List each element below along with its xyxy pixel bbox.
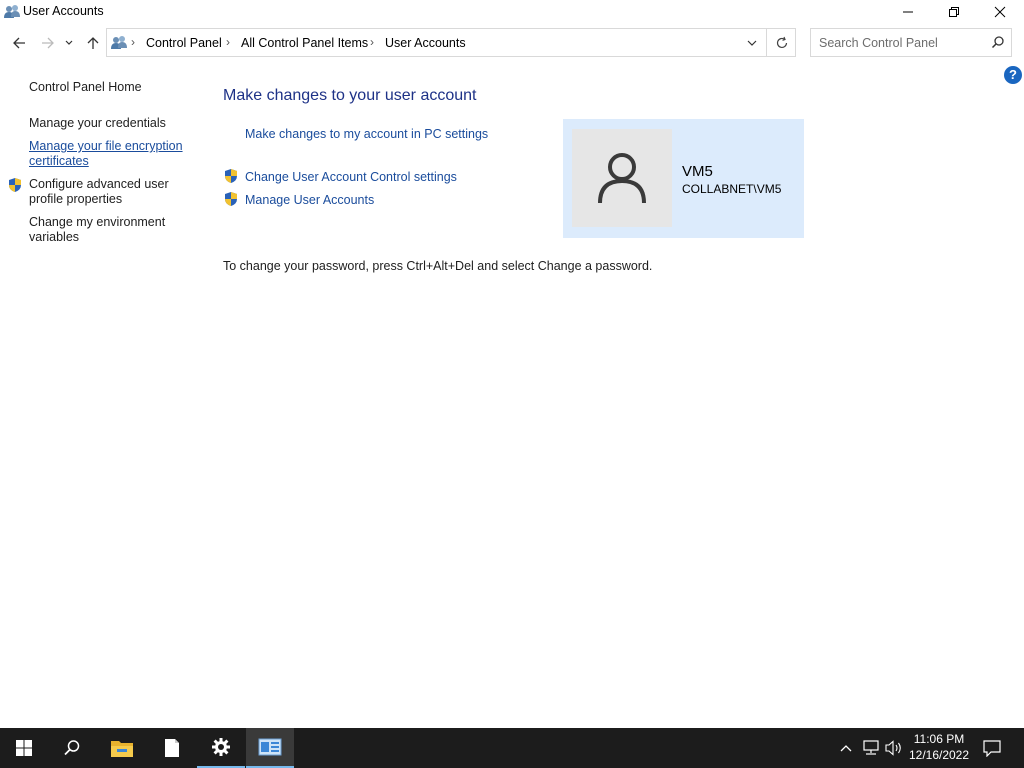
- chevron-down-icon: [747, 40, 757, 46]
- user-icon: [598, 153, 646, 204]
- refresh-button[interactable]: [766, 29, 797, 56]
- manage-user-accounts-link[interactable]: Manage User Accounts: [245, 193, 374, 207]
- sidebar-item-label: variables: [29, 230, 80, 244]
- forward-button[interactable]: [37, 32, 59, 54]
- up-button[interactable]: [82, 32, 104, 54]
- change-environment-variables-link[interactable]: Change my environment variables: [29, 215, 165, 245]
- settings-icon: [212, 738, 230, 756]
- show-hidden-icons-button[interactable]: [836, 728, 856, 768]
- uac-shield-icon: [223, 168, 239, 184]
- back-button[interactable]: [8, 32, 30, 54]
- close-button[interactable]: [977, 0, 1023, 24]
- restore-icon: [949, 7, 959, 17]
- address-dropdown-button[interactable]: [739, 29, 765, 56]
- sidebar-item-label: Manage your file encryption: [29, 139, 183, 153]
- help-icon[interactable]: ?: [1004, 66, 1022, 84]
- notifications-button[interactable]: [980, 728, 1004, 768]
- sidebar-item-label: Manage your credentials: [29, 116, 166, 130]
- breadcrumb-control-panel[interactable]: Control Panel: [146, 36, 222, 50]
- search-placeholder: Search Control Panel: [819, 36, 938, 50]
- title-bar: User Accounts: [0, 0, 1024, 24]
- minimize-button[interactable]: [885, 0, 931, 24]
- recent-locations-button[interactable]: [61, 32, 77, 54]
- sidebar-item-label: certificates: [29, 154, 89, 168]
- sidebar-item-label: Change my environment: [29, 215, 166, 229]
- password-instructions: To change your password, press Ctrl+Alt+…: [223, 259, 653, 273]
- network-icon: [863, 740, 879, 755]
- configure-profile-properties-link[interactable]: Configure advanced user profile properti…: [29, 177, 169, 207]
- restore-button[interactable]: [931, 0, 977, 24]
- search-box[interactable]: Search Control Panel: [810, 28, 1012, 57]
- manage-credentials-link[interactable]: Manage your credentials: [29, 116, 166, 131]
- pc-settings-link[interactable]: Make changes to my account in PC setting…: [245, 127, 488, 141]
- arrow-up-icon: [87, 37, 99, 49]
- arrow-right-icon: [42, 37, 54, 49]
- taskbar-file-explorer[interactable]: [98, 728, 146, 768]
- address-bar[interactable]: › Control Panel › All Control Panel Item…: [106, 28, 796, 57]
- clock-time: 11:06 PM: [913, 732, 965, 746]
- clock[interactable]: 11:06 PM 12/16/2022: [902, 731, 976, 763]
- breadcrumb-separator-icon[interactable]: ›: [131, 35, 135, 49]
- file-explorer-icon: [111, 741, 133, 757]
- chevron-up-icon: [840, 745, 852, 752]
- control-panel-icon: [110, 34, 128, 52]
- notepad-icon: [165, 739, 179, 757]
- minimize-icon: [903, 11, 913, 13]
- taskbar-control-panel[interactable]: [246, 728, 294, 768]
- taskbar: 11:06 PM 12/16/2022: [0, 728, 1024, 768]
- sidebar-item-label: profile properties: [29, 192, 123, 206]
- sidebar-item-label: Configure advanced user: [29, 177, 169, 191]
- control-panel-home-link[interactable]: Control Panel Home: [29, 80, 142, 95]
- search-icon: [64, 740, 80, 756]
- clock-date: 12/16/2022: [908, 748, 970, 762]
- avatar: [572, 129, 672, 227]
- user-accounts-icon: [3, 3, 21, 21]
- network-button[interactable]: [860, 728, 882, 768]
- taskbar-search-button[interactable]: [48, 728, 96, 768]
- refresh-icon: [776, 36, 788, 48]
- uac-shield-icon: [223, 191, 239, 207]
- taskbar-notepad[interactable]: [148, 728, 196, 768]
- close-icon: [994, 6, 1006, 18]
- arrow-left-icon: [13, 37, 25, 49]
- volume-icon: [885, 740, 901, 756]
- uac-settings-link[interactable]: Change User Account Control settings: [245, 170, 457, 184]
- notification-icon: [983, 740, 1001, 757]
- manage-encryption-certificates-link[interactable]: Manage your file encryption certificates: [29, 139, 183, 169]
- breadcrumb-separator-icon[interactable]: ›: [226, 35, 230, 49]
- uac-shield-icon: [7, 177, 23, 193]
- start-button[interactable]: [0, 728, 48, 768]
- start-icon: [16, 740, 32, 756]
- window-title: User Accounts: [23, 4, 104, 18]
- page-title: Make changes to your user account: [223, 87, 477, 104]
- taskbar-settings[interactable]: [197, 728, 245, 768]
- breadcrumb-user-accounts[interactable]: User Accounts: [385, 36, 466, 50]
- breadcrumb-separator-icon[interactable]: ›: [370, 35, 374, 49]
- user-domain-account: COLLABNET\VM5: [682, 182, 782, 196]
- breadcrumb-all-items[interactable]: All Control Panel Items: [241, 36, 368, 50]
- chevron-down-icon: [65, 40, 73, 45]
- search-icon[interactable]: [991, 35, 1005, 54]
- control-panel-icon: [258, 738, 282, 756]
- user-name: VM5: [682, 163, 713, 180]
- user-card: VM5 COLLABNET\VM5: [563, 119, 804, 238]
